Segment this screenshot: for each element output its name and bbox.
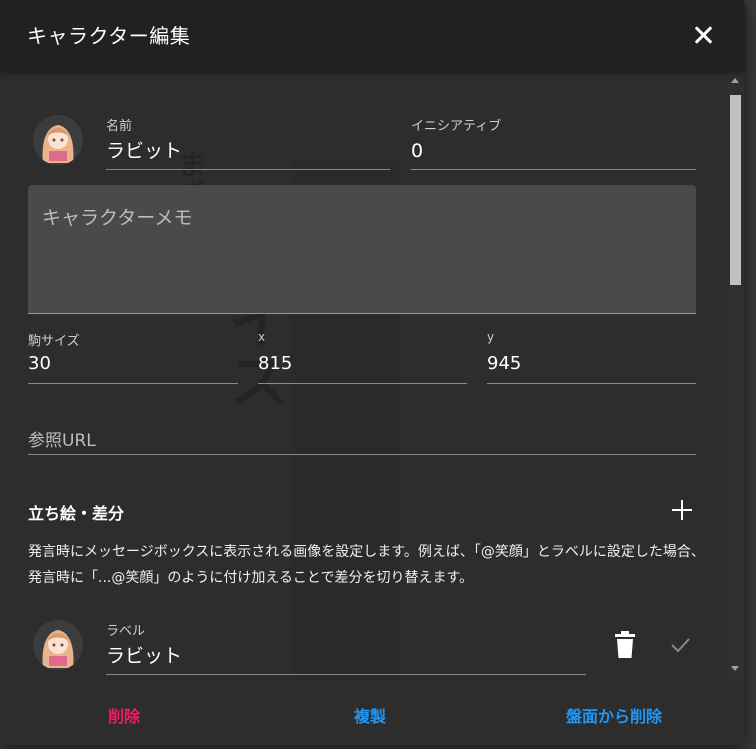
y-label: y [487,330,495,344]
check-icon[interactable] [667,630,693,660]
initiative-input[interactable]: 0 [411,140,423,162]
size-underline [28,383,238,384]
initiative-underline [411,169,696,170]
scrollbar-thumb[interactable] [730,95,741,285]
standing-description: 発言時にメッセージボックスに表示される画像を設定します。例えば、「@笑顔」とラベ… [28,544,705,586]
x-input[interactable]: 815 [258,353,292,374]
scroll-down-icon[interactable] [731,666,739,671]
size-label: 駒サイズ [28,334,80,349]
dialog-titlebar: キャラクター編集 [0,0,744,70]
standing-label-underline [106,674,586,675]
y-input[interactable]: 945 [487,353,521,374]
close-icon[interactable] [686,18,720,52]
standing-section-title: 立ち絵・差分 [28,504,125,523]
character-edit-dialog: キャラクター編集 まずは ダイス 名前 ラビット イニシアティブ 0 [0,0,744,745]
size-input[interactable]: 30 [28,353,51,374]
standing-label-caption: ラベル [106,624,146,639]
x-underline [258,383,467,384]
delete-button[interactable]: 削除 [108,703,140,727]
character-avatar[interactable] [33,115,83,165]
memo-placeholder: キャラクターメモ [42,207,193,229]
url-input[interactable]: 参照URL [28,426,96,451]
x-label: x [258,330,266,344]
dialog-actions: 削除 複製 盤面から削除 [0,685,744,745]
memo-textarea[interactable]: キャラクターメモ [28,185,696,314]
y-underline [487,383,696,384]
name-underline [106,169,390,170]
trash-icon[interactable] [612,630,638,660]
scroll-up-icon[interactable] [731,78,739,83]
dialog-content: まずは ダイス 名前 ラビット イニシアティブ 0 キャラクターメモ 駒サイズ [0,70,726,685]
duplicate-button[interactable]: 複製 [354,703,386,727]
url-underline [28,454,696,455]
name-label: 名前 [106,119,133,134]
standing-image-avatar[interactable] [33,620,83,670]
name-input[interactable]: ラビット [106,136,182,163]
dialog-title: キャラクター編集 [27,24,191,48]
remove-from-board-button[interactable]: 盤面から削除 [566,703,662,727]
standing-label-input[interactable]: ラビット [106,641,182,668]
plus-icon[interactable] [668,496,696,524]
initiative-label: イニシアティブ [411,119,502,134]
